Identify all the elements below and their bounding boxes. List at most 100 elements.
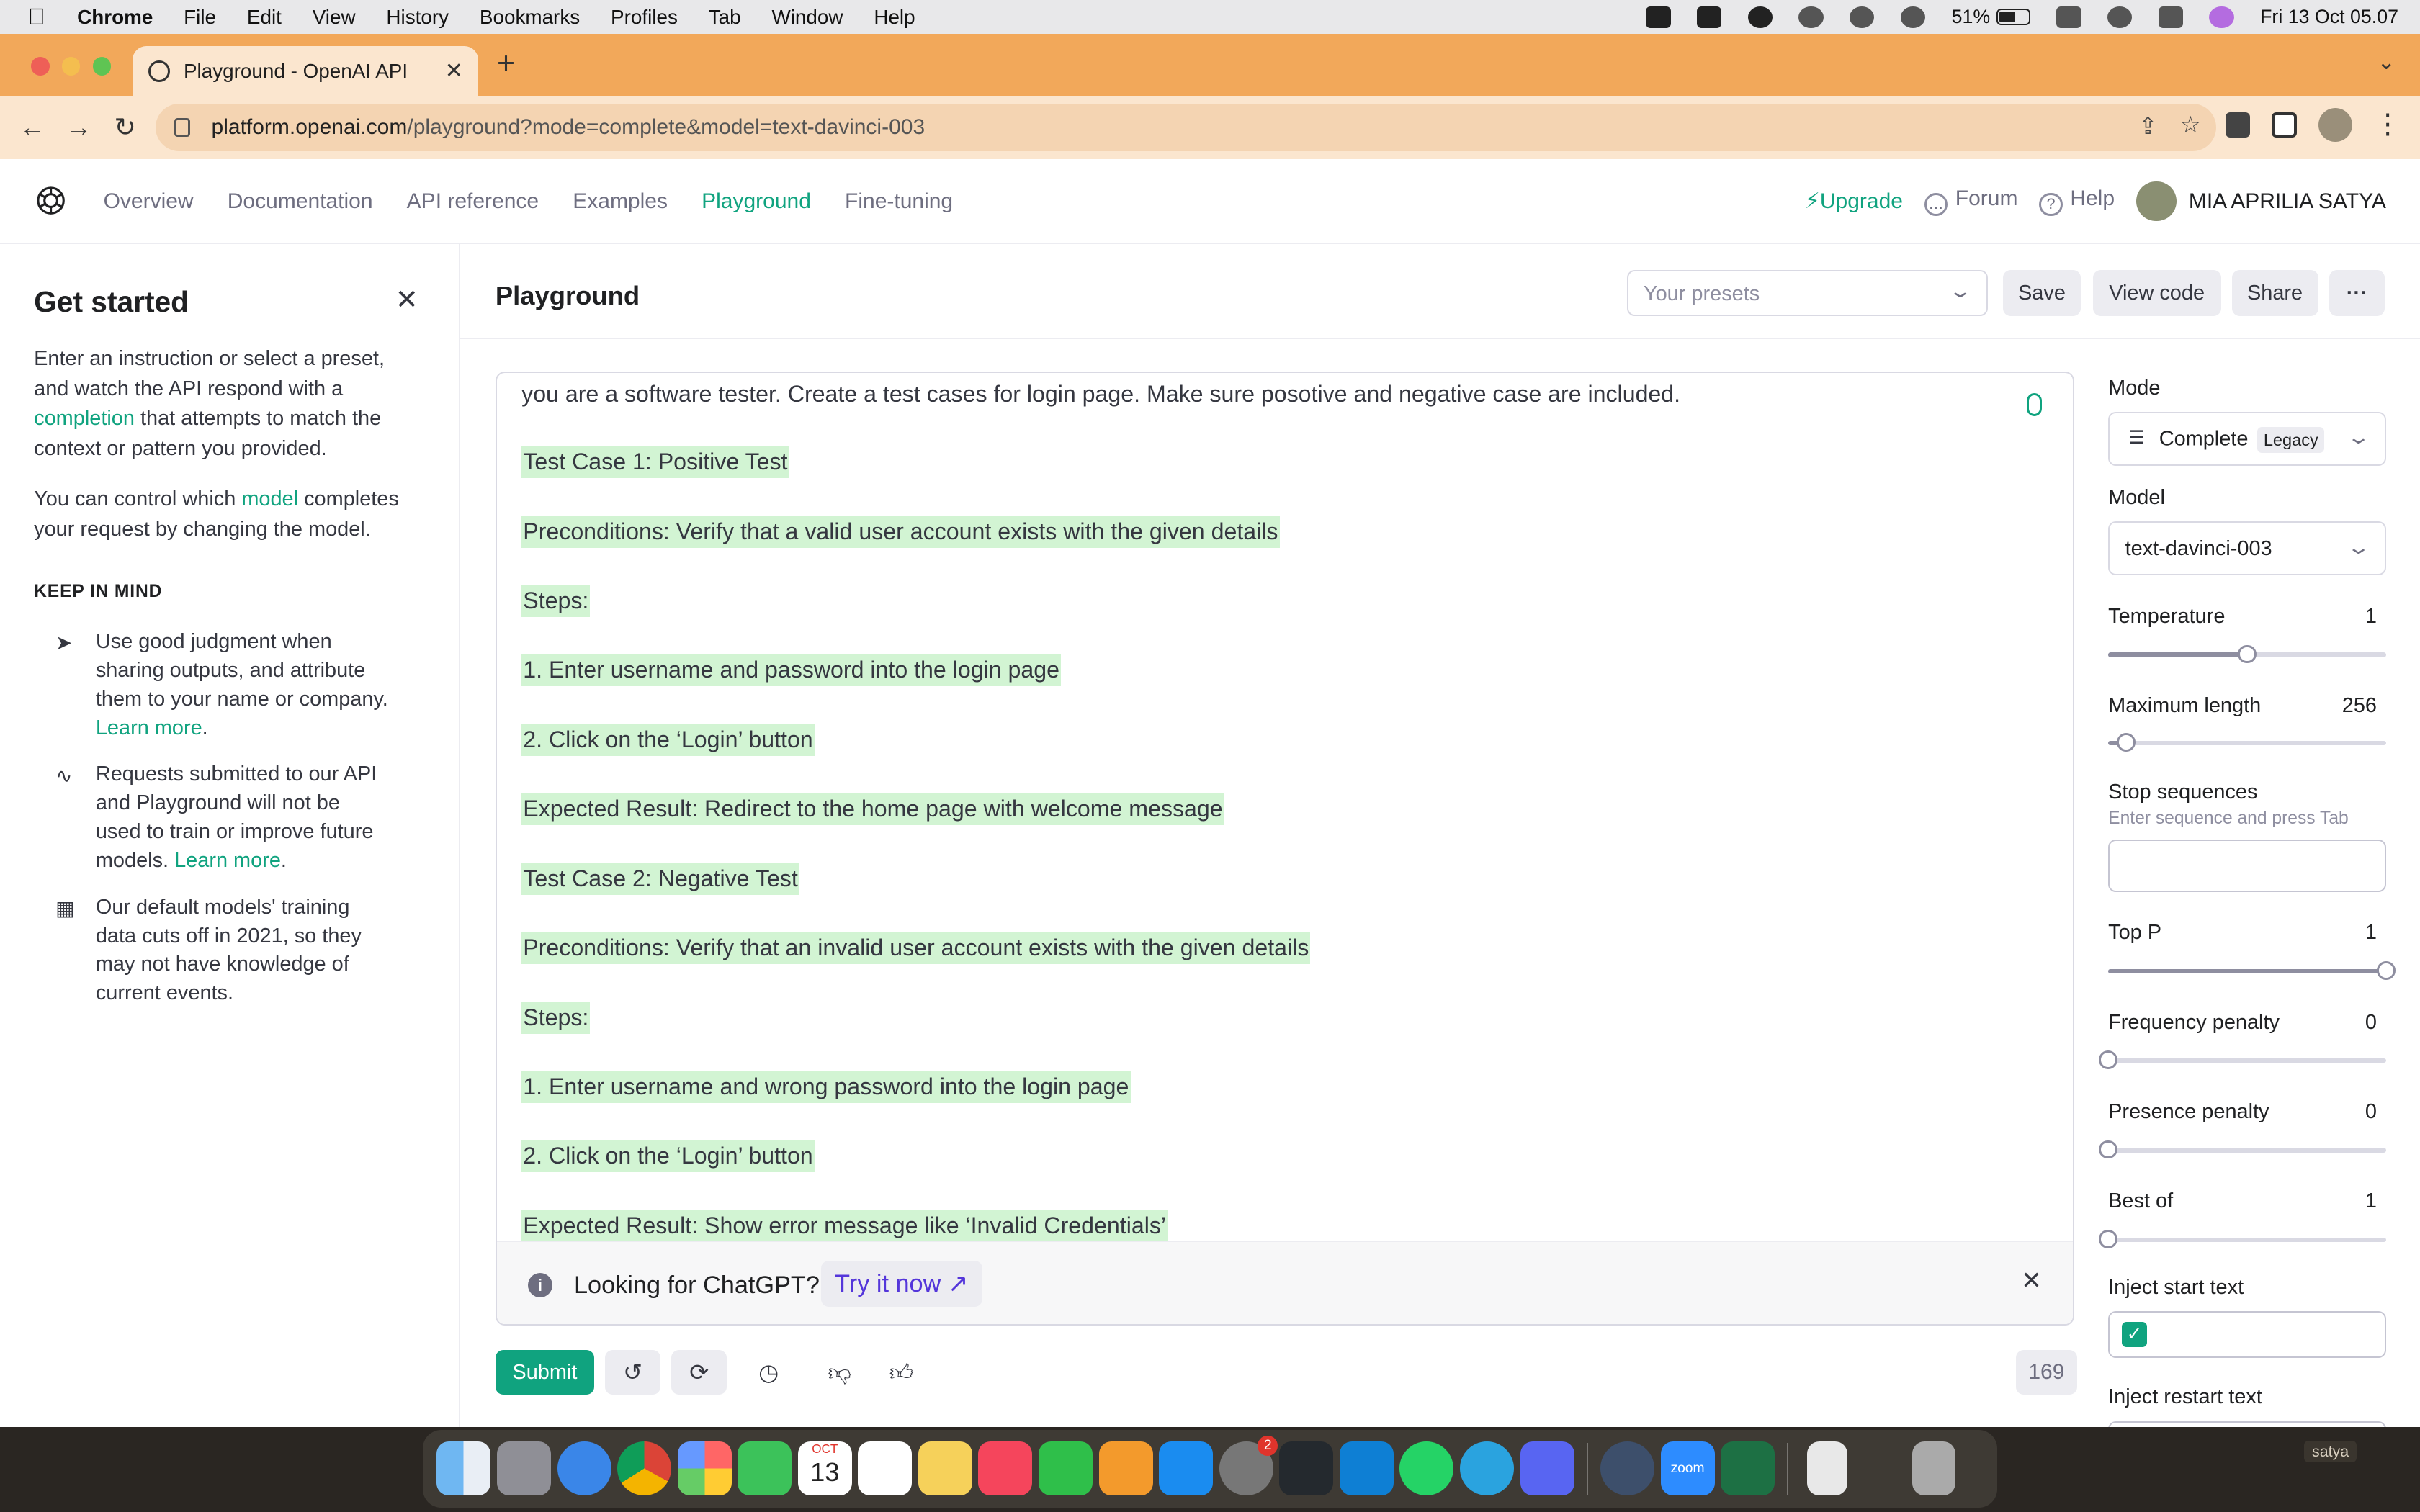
play-icon[interactable] [1900,6,1926,28]
close-window-button[interactable] [30,57,50,76]
thumbs-down-icon[interactable]: 👎︎ [812,1350,867,1395]
battery-status[interactable]: 51% [1952,6,2030,28]
photos-icon[interactable] [677,1441,732,1496]
menu-bookmarks[interactable]: Bookmarks [480,6,580,29]
top-p-slider[interactable] [2108,961,2396,980]
top-p-value[interactable]: 1 [2365,921,2377,945]
learn-more-link[interactable]: Learn more [96,716,202,739]
inject-restart-field[interactable] [2108,1421,2386,1428]
drive-icon[interactable] [1646,6,1671,28]
presets-select[interactable]: Your presets ⌄ [1626,269,1988,317]
upgrade-link[interactable]: ⚡Upgrade [1805,189,1903,214]
new-tab-button[interactable]: + [497,46,515,81]
more-options-button[interactable]: ··· [2329,269,2385,317]
github-desktop-icon[interactable] [1279,1441,1334,1496]
slider-thumb[interactable] [2099,1229,2118,1248]
excel-icon[interactable] [1721,1441,1775,1496]
completion-link[interactable]: completion [34,407,135,430]
close-icon[interactable]: ✕ [395,284,418,316]
inject-start-field[interactable]: ✓ [2108,1311,2386,1358]
help-link[interactable]: ? Help [2039,186,2115,216]
forum-link[interactable]: … Forum [1924,186,2017,216]
address-bar[interactable]: platform.openai.com/playground?mode=comp… [156,103,2217,151]
menubar-clock[interactable]: Fri 13 Oct 05.07 [2260,6,2398,28]
save-button[interactable]: Save [2003,269,2081,317]
history-icon[interactable]: ◷ [741,1350,797,1395]
extensions-icon[interactable] [2226,112,2251,138]
notes-icon[interactable] [918,1441,972,1496]
close-tab-icon[interactable]: ✕ [445,58,463,84]
browser-tab-active[interactable]: Playground - OpenAI API ✕ [133,46,479,96]
apple-icon[interactable]:  [28,4,50,29]
temperature-value[interactable]: 1 [2365,605,2377,629]
frequency-penalty-slider[interactable] [2099,1050,2386,1069]
safari-icon[interactable] [557,1441,611,1496]
menu-profiles[interactable]: Profiles [611,6,678,29]
menu-app-name[interactable]: Chrome [77,6,153,29]
menu-tab[interactable]: Tab [709,6,741,29]
prompt-editor[interactable]: you are a software tester. Create a test… [495,372,2074,1326]
calendar-app-icon[interactable]: OCT 13 [797,1441,852,1496]
menu-history[interactable]: History [386,6,449,29]
reload-button[interactable]: ↻ [102,112,148,143]
profile-avatar[interactable] [2318,107,2352,143]
documents-stack-icon[interactable] [1807,1441,1847,1496]
launchpad-icon[interactable] [496,1441,551,1496]
discord-icon[interactable] [1520,1441,1574,1496]
search-icon[interactable] [2107,6,2133,28]
reminders-icon[interactable] [858,1441,913,1496]
trash-icon[interactable] [1912,1441,1955,1496]
learn-more-link[interactable]: Learn more [174,849,281,872]
close-banner-icon[interactable]: ✕ [2021,1266,2042,1295]
siri-icon[interactable] [2209,6,2234,28]
control-center-icon[interactable] [2158,6,2183,28]
slider-thumb[interactable] [2099,1050,2118,1069]
temperature-slider[interactable] [2108,644,2386,664]
telegram-icon[interactable] [1459,1441,1514,1496]
nav-documentation[interactable]: Documentation [228,189,373,214]
music-icon[interactable] [978,1441,1033,1496]
zoom-icon[interactable]: zoom [1660,1441,1715,1496]
nav-fine-tuning[interactable]: Fine-tuning [845,189,953,214]
user-icon[interactable] [1850,6,1875,28]
chrome-icon[interactable] [617,1441,672,1496]
slider-thumb[interactable] [2238,644,2257,664]
max-length-slider[interactable] [2108,732,2386,752]
best-of-value[interactable]: 1 [2365,1189,2377,1213]
view-code-button[interactable]: View code [2092,269,2221,317]
user-menu[interactable]: MIA APRILIA SATYA [2136,181,2386,222]
slider-thumb[interactable] [2377,961,2396,980]
share-page-icon[interactable]: ⇪ [2138,112,2158,140]
nav-overview[interactable]: Overview [104,189,194,214]
best-of-slider[interactable] [2099,1229,2386,1248]
menu-window[interactable]: Window [771,6,843,29]
share-button[interactable]: Share [2231,269,2318,317]
submit-button[interactable]: Submit [495,1349,594,1395]
try-it-now-link[interactable]: Try it now ↗ [820,1260,982,1307]
whatsapp-icon[interactable] [1399,1441,1454,1496]
side-panel-icon[interactable] [2272,112,2297,138]
inject-start-checkbox[interactable]: ✓ [2122,1322,2147,1347]
vscode-icon[interactable] [1339,1441,1394,1496]
minimize-window-button[interactable] [61,57,81,76]
nav-api-reference[interactable]: API reference [407,189,539,214]
menu-help[interactable]: Help [874,6,915,29]
card-icon[interactable] [1697,6,1722,28]
browser-menu-icon[interactable]: ⋮ [2374,111,2402,139]
openai-logo-icon[interactable] [34,184,68,217]
bookmark-star-icon[interactable]: ☆ [2180,111,2201,138]
stop-sequences-input[interactable] [2108,839,2386,892]
cloud-icon[interactable] [1798,6,1824,28]
nav-playground[interactable]: Playground [702,189,811,214]
maximize-window-button[interactable] [92,57,112,76]
model-link[interactable]: model [241,487,298,510]
notification-icon[interactable] [1747,6,1773,28]
undo-icon[interactable]: ↺ [604,1349,661,1395]
microphone-icon[interactable] [2026,393,2043,417]
link-icon[interactable] [2056,6,2081,28]
model-select[interactable]: text-davinci-003 ⌄ [2108,521,2386,576]
mode-select[interactable]: ☰ Complete Legacy ⌄ [2108,412,2386,467]
system-settings-icon[interactable]: 2 [1219,1435,1278,1496]
tab-search-chevron-icon[interactable]: ⌄ [2378,50,2396,75]
slider-thumb[interactable] [2099,1140,2118,1159]
